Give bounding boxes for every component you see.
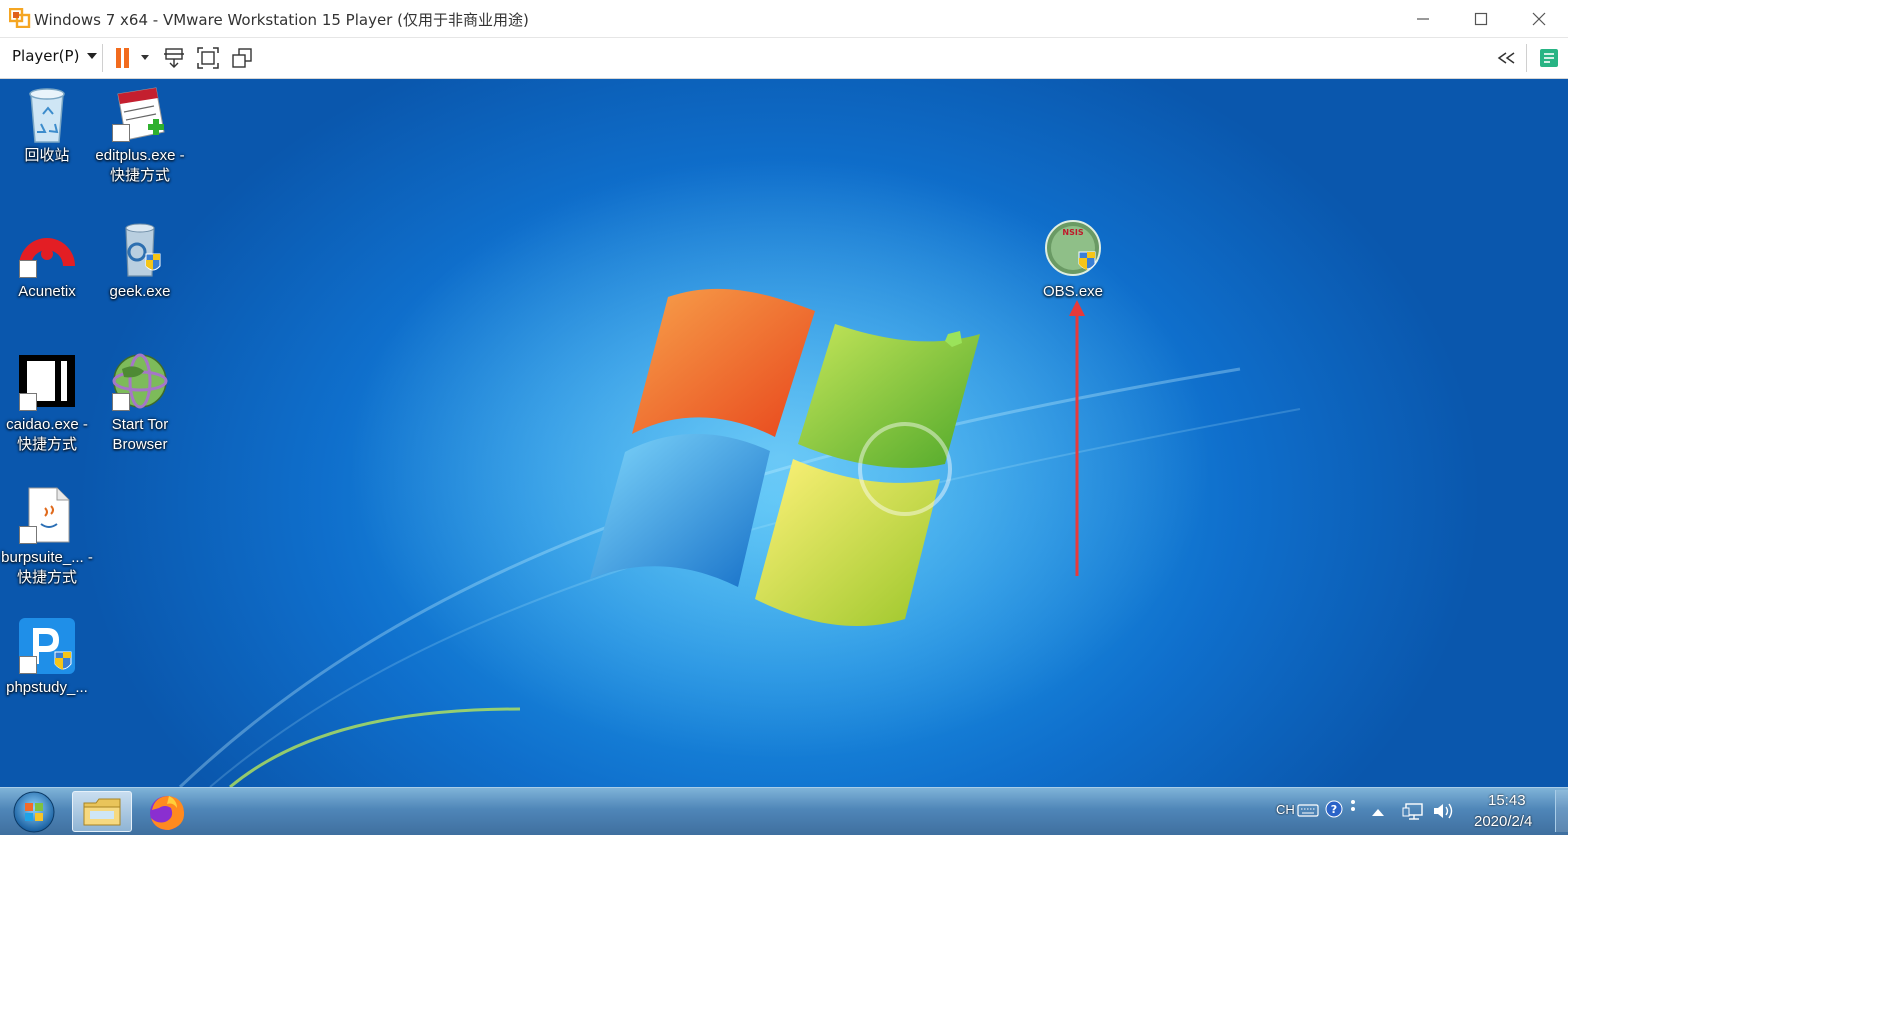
window-title-bar: Windows 7 x64 - VMware Workstation 15 Pl… [0,0,1568,38]
taskbar-explorer[interactable] [72,791,132,832]
unity-button[interactable] [229,45,255,71]
taskbar-firefox[interactable] [137,791,197,832]
network-icon[interactable] [1402,802,1424,820]
desktop-icon-acunetix[interactable]: Acunetix [0,220,95,302]
minimize-icon [1417,17,1429,20]
recycle-bin-icon [29,88,65,143]
desktop-icon-label: burpsuite_... - 快捷方式 [1,549,93,586]
close-button[interactable] [1510,0,1568,37]
window-title: Windows 7 x64 - VMware Workstation 15 Pl… [34,11,529,29]
help-icon[interactable]: ? [1325,800,1343,818]
svg-text:?: ? [1331,803,1337,816]
shortcut-arrow-icon [19,260,37,278]
language-indicator[interactable]: CH [1276,802,1295,817]
shortcut-arrow-icon [112,124,130,142]
desktop-icon-label: geek.exe [109,283,171,300]
start-button[interactable] [10,790,58,834]
windows-wallpaper-logo [178,159,1301,787]
desktop-icon-tor-browser[interactable]: Start Tor Browser [92,353,188,455]
toolbar-divider [102,44,103,72]
annotation-arrow [1069,300,1085,576]
desktop-icon-label: OBS.exe [1042,283,1104,300]
desktop-icon-burpsuite[interactable]: burpsuite_... - 快捷方式 [0,486,95,588]
desktop-icon-phpstudy[interactable]: phpstudy_... [0,616,95,698]
message-log-button[interactable] [1536,45,1562,71]
clock-time[interactable]: 15:43 [1488,792,1526,809]
full-screen-icon [197,47,219,69]
desktop-icon-editplus[interactable]: editplus.exe - 快捷方式 [92,84,188,186]
desktop-icon-label: Acunetix [18,283,76,300]
desktop-icon-geek[interactable]: geek.exe [92,220,188,302]
vm-desktop[interactable]: 回收站 editplus.exe - 快捷方式 Acunetix geek.ex… [0,79,1568,787]
maximize-button[interactable] [1452,0,1510,37]
windows-start-icon [13,791,55,833]
player-menu[interactable]: Player(P) [12,47,98,65]
volume-icon[interactable] [1432,802,1454,820]
pause-icon [116,48,149,68]
collapse-toolbar-button[interactable] [1494,45,1520,71]
show-hidden-icons-icon[interactable] [1372,808,1384,816]
shortcut-arrow-icon [19,656,37,674]
desktop-icon-recycle-bin[interactable]: 回收站 [0,84,95,166]
vmware-logo-icon [9,8,31,28]
shortcut-arrow-icon [112,393,130,411]
file-explorer-icon [83,798,121,825]
desktop-icon-obs[interactable]: NSIS OBS.exe [1025,220,1121,302]
taskbar: CH ? 15:43 2020/2/4 [0,787,1568,835]
clock-date[interactable]: 2020/2/4 [1474,813,1532,830]
send-ctrl-alt-del-button[interactable] [161,45,187,71]
maximize-icon [1474,12,1488,25]
toolbar-divider [1526,44,1527,72]
desktop-icon-label: caidao.exe - 快捷方式 [6,416,88,453]
vmware-toolbar: Player(P) [0,38,1568,79]
shortcut-arrow-icon [19,526,37,544]
ime-settings-icon[interactable] [1349,798,1357,816]
obs-icon: NSIS [1045,220,1101,276]
minimize-button[interactable] [1394,0,1452,37]
player-menu-label: Player(P) [12,47,80,65]
desktop-icon-label: editplus.exe - 快捷方式 [95,147,185,184]
full-screen-button[interactable] [195,45,221,71]
desktop-icon-label: phpstudy_... [6,679,88,696]
close-icon [1532,12,1546,25]
show-desktop-button[interactable] [1555,790,1568,832]
firefox-icon [150,795,185,830]
desktop-icon-label: 回收站 [24,147,70,164]
chevron-down-icon [87,53,98,59]
message-log-icon [1540,49,1558,67]
desktop-icon-caidao[interactable]: caidao.exe - 快捷方式 [0,353,95,455]
keyboard-icon[interactable] [1297,802,1319,818]
desktop-icon-label: Start Tor Browser [111,416,169,453]
collapse-icon [1497,52,1515,64]
pause-button[interactable] [112,45,152,71]
svg-text:NSIS: NSIS [1062,228,1083,237]
send-ctrl-alt-del-icon [164,48,184,68]
shortcut-arrow-icon [19,393,37,411]
unity-icon [232,48,252,68]
geek-icon [125,223,161,277]
